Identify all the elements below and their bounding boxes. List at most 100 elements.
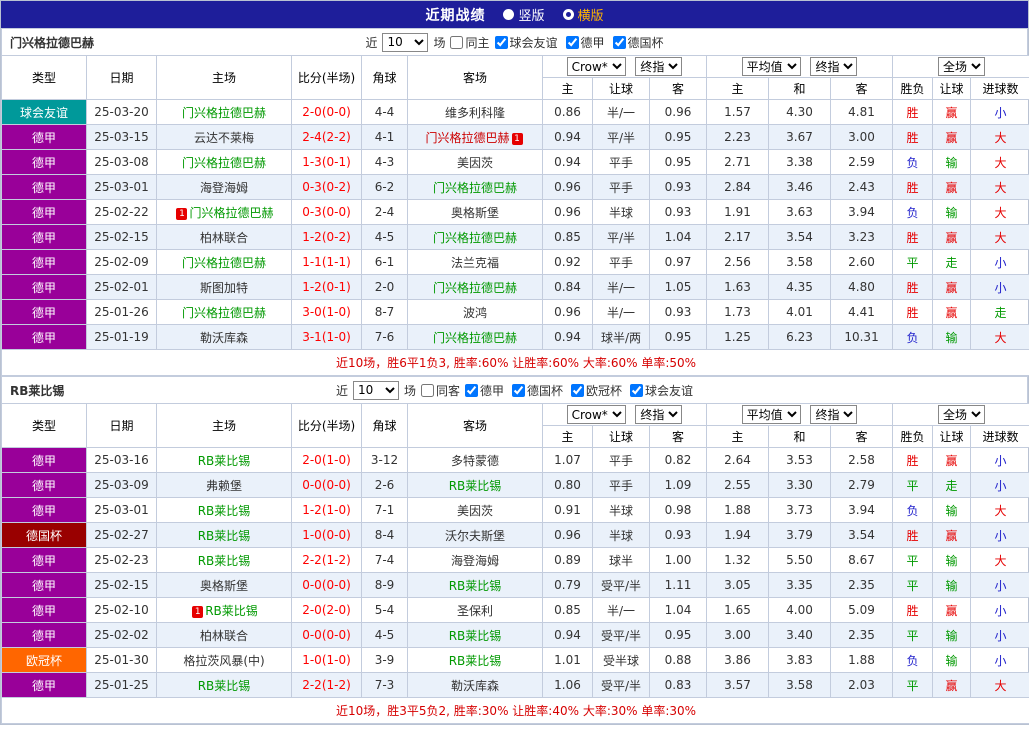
asia-odds-group: Crow* 终指 — [541, 55, 708, 78]
team-link[interactable]: RB莱比锡 — [198, 529, 251, 543]
col-score: 比分(半场) — [291, 403, 362, 448]
team-link[interactable]: RB莱比锡 — [198, 554, 251, 568]
team-link[interactable]: RB莱比锡 — [198, 454, 251, 468]
euro-draw-odds: 3.58 — [768, 672, 832, 698]
checkbox-input[interactable] — [464, 383, 478, 397]
asia-home-odds: 0.96 — [542, 199, 593, 225]
checkbox-input[interactable] — [612, 35, 626, 49]
match-date: 25-01-30 — [86, 647, 157, 673]
league-filter-checkbox[interactable]: 球会友谊 — [630, 382, 693, 399]
team-link[interactable]: 海登海姆 — [451, 554, 499, 568]
asia-odds-stage-select[interactable]: 终指 — [635, 57, 683, 76]
team-link[interactable]: RB莱比锡 — [198, 679, 251, 693]
goals-result-cell: 小 — [970, 572, 1029, 598]
team-link[interactable]: 法兰克福 — [451, 256, 499, 270]
team-link[interactable]: 弗赖堡 — [206, 479, 242, 493]
team-link[interactable]: RB莱比锡 — [198, 504, 251, 518]
team-link[interactable]: 海登海姆 — [200, 181, 248, 195]
asia-odds-source-select[interactable]: Crow* — [566, 405, 626, 424]
euro-draw-odds: 4.35 — [768, 274, 832, 300]
result-scope-select[interactable]: 全场 — [938, 405, 986, 424]
same-venue-checkbox[interactable]: 同主 — [450, 34, 490, 51]
away-team-cell: 美因茨 — [407, 497, 543, 523]
home-team-cell: 柏林联合 — [156, 224, 292, 250]
subcol-result: 胜负 — [892, 77, 934, 100]
asia-home-odds: 0.80 — [542, 472, 593, 498]
league-filter-checkbox[interactable]: 德甲 — [464, 382, 504, 399]
euro-away-odds: 3.94 — [830, 199, 894, 225]
team-link[interactable]: 多特蒙德 — [451, 454, 499, 468]
team-link[interactable]: 圣保利 — [457, 604, 493, 618]
league-filter-checkbox[interactable]: 欧冠杯 — [571, 382, 622, 399]
match-count-select[interactable]: 10 — [352, 380, 399, 400]
team-link[interactable]: 门兴格拉德巴赫 — [189, 206, 273, 220]
team-link[interactable]: 斯图加特 — [200, 281, 248, 295]
same-venue-checkbox[interactable]: 同客 — [420, 382, 460, 399]
checkbox-input[interactable] — [630, 383, 644, 397]
layout-radio-vertical[interactable]: 竖版 — [503, 5, 545, 24]
result-scope-select[interactable]: 全场 — [938, 57, 986, 76]
league-filters: 球会友谊 德甲 德国杯 — [494, 34, 664, 51]
checkbox-input[interactable] — [565, 35, 579, 49]
team-link[interactable]: RB莱比锡 — [449, 579, 502, 593]
goals-result-cell: 小 — [970, 522, 1029, 548]
subcol-euro-home: 主 — [706, 425, 770, 448]
asia-odds-stage-select[interactable]: 终指 — [635, 405, 683, 424]
euro-odds-stage-select[interactable]: 终指 — [810, 57, 858, 76]
euro-away-odds: 3.94 — [830, 497, 894, 523]
asia-odds-source-select[interactable]: Crow* — [566, 57, 626, 76]
team-link[interactable]: 格拉茨风暴(中) — [183, 654, 264, 668]
team-link[interactable]: RB莱比锡 — [205, 604, 258, 618]
team-link[interactable]: 勒沃库森 — [200, 331, 248, 345]
team-link[interactable]: 柏林联合 — [200, 629, 248, 643]
team-link[interactable]: 门兴格拉德巴赫 — [182, 306, 266, 320]
checkbox-input[interactable] — [571, 383, 585, 397]
team-link[interactable]: 奥格斯堡 — [200, 579, 248, 593]
team-link[interactable]: 奥格斯堡 — [451, 206, 499, 220]
section-moenchengladbach: 门兴格拉德巴赫 近 10 场 同主 球会友谊 德甲 德国杯 类型 日期 主场 比… — [0, 28, 1029, 376]
team-link[interactable]: 云达不莱梅 — [194, 131, 254, 145]
team-link[interactable]: 沃尔夫斯堡 — [445, 529, 505, 543]
checkbox-input[interactable] — [494, 35, 508, 49]
asia-away-odds: 0.95 — [648, 149, 708, 175]
team-link[interactable]: 美因茨 — [457, 504, 493, 518]
corner-score: 6-2 — [361, 174, 408, 200]
away-team-cell: RB莱比锡 — [407, 572, 543, 598]
match-type-badge: 德甲 — [1, 597, 87, 623]
team-name: RB莱比锡 — [10, 383, 65, 398]
league-filter-checkbox[interactable]: 球会友谊 — [494, 34, 558, 51]
team-link[interactable]: RB莱比锡 — [449, 654, 502, 668]
team-link[interactable]: 门兴格拉德巴赫 — [182, 156, 266, 170]
league-filter-checkbox[interactable]: 德国杯 — [612, 34, 664, 51]
match-date: 25-02-27 — [86, 522, 157, 548]
euro-odds-stage-select[interactable]: 终指 — [810, 405, 858, 424]
checkbox-input[interactable] — [512, 383, 525, 397]
team-link[interactable]: 门兴格拉德巴赫 — [433, 231, 517, 245]
team-link[interactable]: 门兴格拉德巴赫 — [182, 256, 266, 270]
euro-away-odds: 2.60 — [830, 249, 894, 275]
team-link[interactable]: RB莱比锡 — [449, 479, 502, 493]
team-link[interactable]: 柏林联合 — [200, 231, 248, 245]
layout-radio-horizontal[interactable]: 横版 — [562, 5, 604, 24]
euro-odds-source-select[interactable]: 平均值 — [741, 405, 801, 424]
team-link[interactable]: 波鸿 — [463, 306, 487, 320]
asia-away-odds: 0.97 — [648, 249, 708, 275]
handicap-result-cell: 赢 — [932, 99, 972, 125]
league-filter-checkbox[interactable]: 德国杯 — [512, 382, 563, 399]
league-filter-checkbox[interactable]: 德甲 — [565, 34, 605, 51]
team-link[interactable]: 勒沃库森 — [451, 679, 499, 693]
team-link[interactable]: 门兴格拉德巴赫 — [433, 181, 517, 195]
team-link[interactable]: 门兴格拉德巴赫 — [433, 331, 517, 345]
asia-handicap: 受半球 — [592, 647, 650, 673]
checkbox-input[interactable] — [420, 383, 434, 397]
match-count-select[interactable]: 10 — [382, 32, 429, 52]
team-link[interactable]: 美因茨 — [457, 156, 493, 170]
result-cell: 胜 — [892, 99, 934, 125]
team-link[interactable]: RB莱比锡 — [449, 629, 502, 643]
team-link[interactable]: 维多利科隆 — [445, 106, 505, 120]
team-link[interactable]: 门兴格拉德巴赫 — [182, 106, 266, 120]
checkbox-input[interactable] — [450, 35, 464, 49]
euro-odds-source-select[interactable]: 平均值 — [741, 57, 801, 76]
team-link[interactable]: 门兴格拉德巴赫 — [425, 131, 509, 145]
team-link[interactable]: 门兴格拉德巴赫 — [433, 281, 517, 295]
